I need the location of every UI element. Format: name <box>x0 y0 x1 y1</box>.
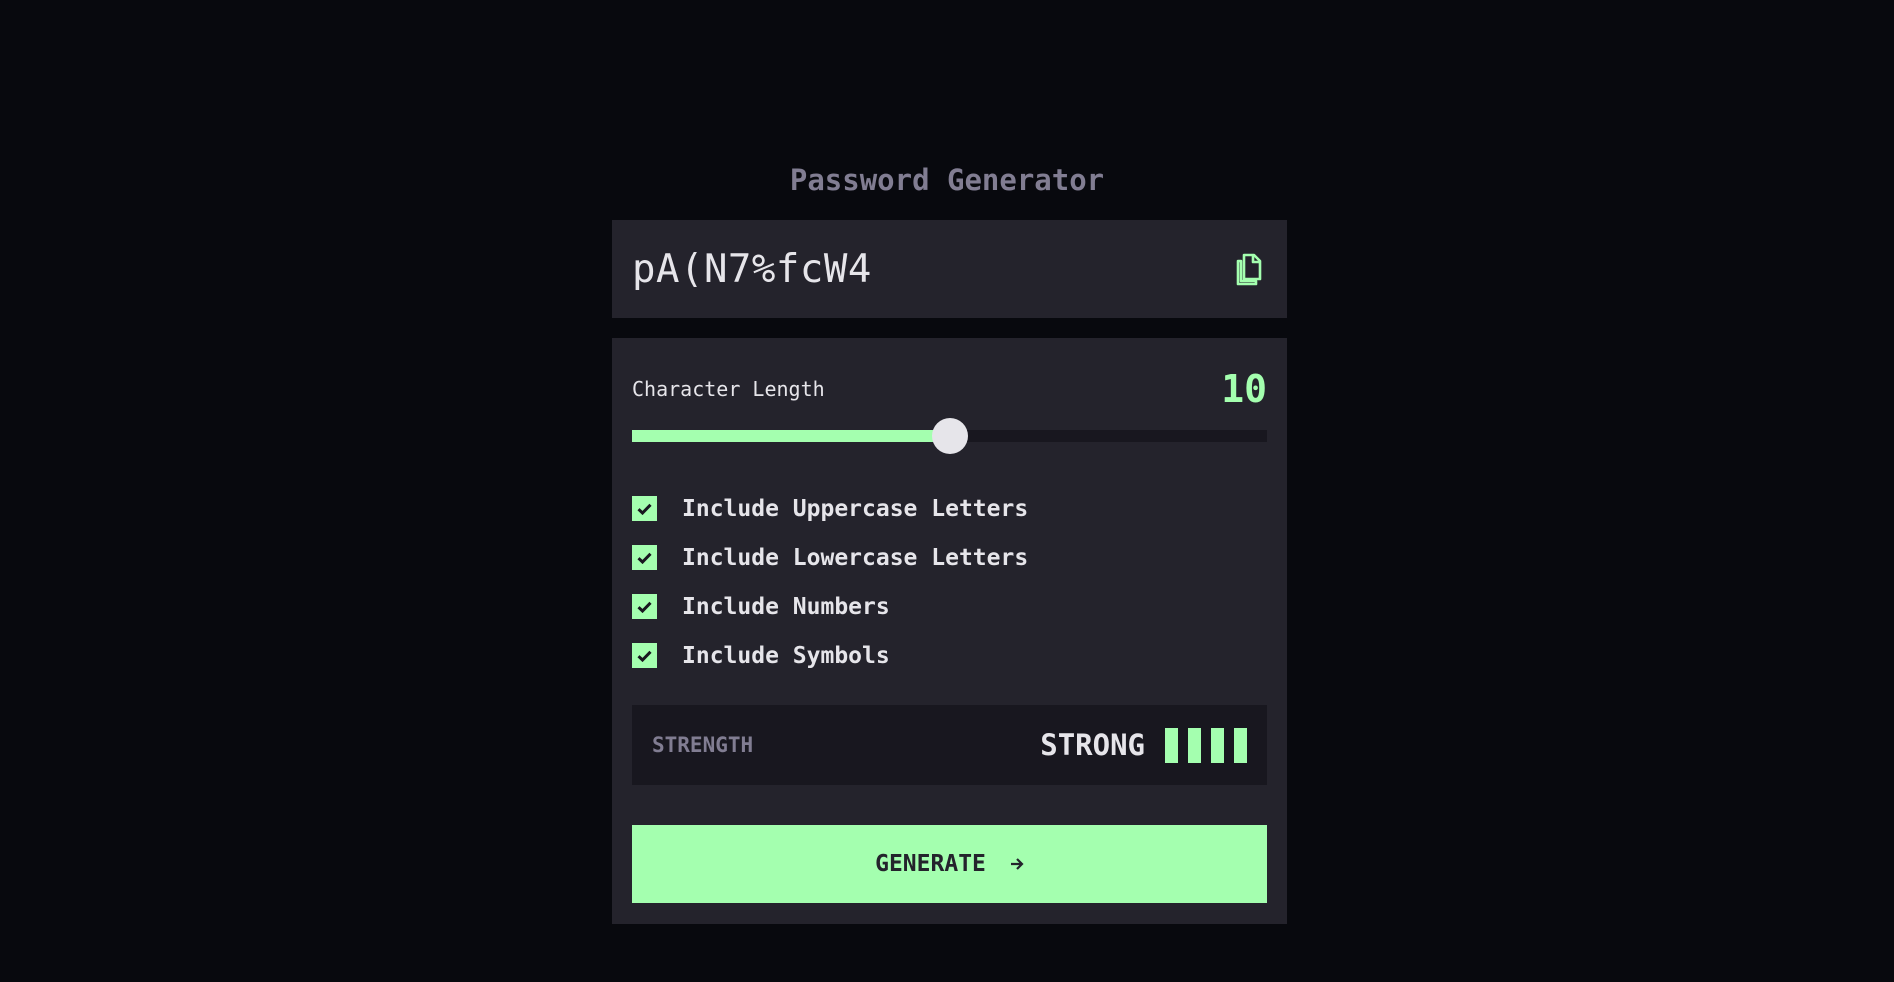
copy-icon <box>1236 253 1262 285</box>
option-uppercase[interactable]: Include Uppercase Letters <box>632 484 1267 533</box>
symbols-checkbox[interactable] <box>632 643 657 668</box>
strength-bar <box>1211 727 1224 763</box>
option-label: Include Uppercase Letters <box>682 495 1029 522</box>
strength-indicator: STRONG <box>1040 727 1247 763</box>
lowercase-checkbox[interactable] <box>632 545 657 570</box>
strength-meter: STRENGTH STRONG <box>632 705 1267 785</box>
generated-password: pA(N7%fcW4 <box>632 246 872 292</box>
option-numbers[interactable]: Include Numbers <box>632 582 1267 631</box>
option-lowercase[interactable]: Include Lowercase Letters <box>632 533 1267 582</box>
checkmark-icon <box>637 650 652 662</box>
password-display: pA(N7%fcW4 <box>612 220 1287 318</box>
strength-bar <box>1165 727 1178 763</box>
generate-button[interactable]: GENERATE <box>632 825 1267 903</box>
checkmark-icon <box>637 552 652 564</box>
length-slider[interactable] <box>632 418 1267 454</box>
slider-thumb[interactable] <box>931 418 968 454</box>
settings-panel: Character Length 10 Include Uppercase Le… <box>612 338 1287 924</box>
option-label: Include Symbols <box>682 642 890 669</box>
length-label: Character Length <box>632 377 825 401</box>
strength-bar <box>1188 727 1201 763</box>
copy-button[interactable] <box>1231 251 1267 287</box>
option-label: Include Numbers <box>682 593 890 620</box>
page-title: Password Generator <box>789 163 1105 197</box>
strength-label: STRENGTH <box>652 733 754 757</box>
page: Password Generator pA(N7%fcW4 Character … <box>0 0 1894 982</box>
strength-value: STRONG <box>1040 728 1145 762</box>
uppercase-checkbox[interactable] <box>632 496 657 521</box>
checkmark-icon <box>637 503 652 515</box>
options-list: Include Uppercase Letters Include Lowerc… <box>632 484 1267 680</box>
checkmark-icon <box>637 601 652 613</box>
generate-label: GENERATE <box>875 851 986 877</box>
option-label: Include Lowercase Letters <box>682 544 1029 571</box>
length-row: Character Length 10 <box>632 364 1267 414</box>
numbers-checkbox[interactable] <box>632 594 657 619</box>
slider-fill <box>632 430 950 442</box>
option-symbols[interactable]: Include Symbols <box>632 631 1267 680</box>
strength-bar <box>1234 727 1247 763</box>
arrow-right-icon <box>1010 857 1024 871</box>
length-value: 10 <box>1221 367 1267 411</box>
strength-bars <box>1165 727 1247 763</box>
